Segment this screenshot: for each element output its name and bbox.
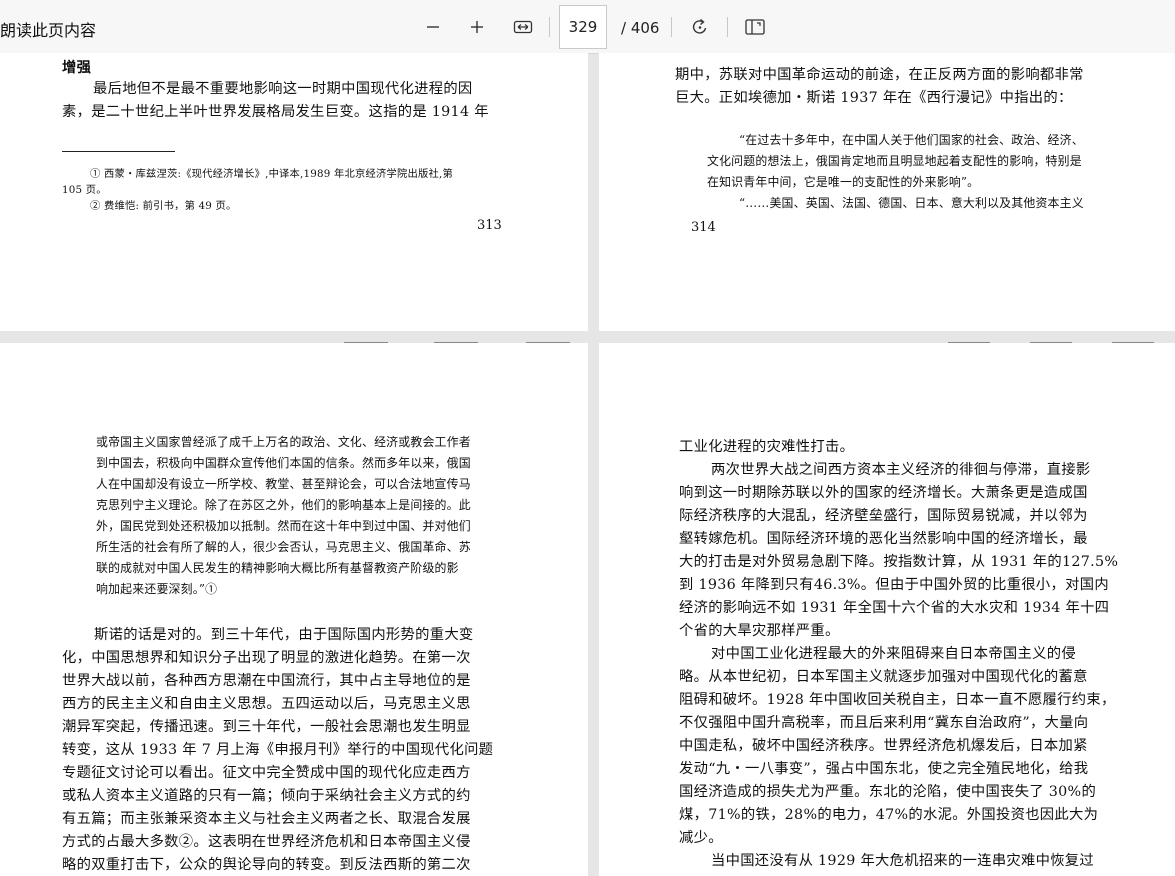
quote-line: 在知识青年中间，它是唯一的支配性的外来影响”。 — [707, 175, 980, 189]
paragraph-line: 经济的影响远不如 1931 年全国十六个省的大水灾和 1934 年十四 — [679, 600, 1110, 616]
paragraph-line: 大的打击是对外贸易急剧下降。按指数计算，从 1931 年的127.5% — [679, 554, 1119, 570]
fit-width-button[interactable] — [509, 13, 537, 41]
paragraph-line: 最后地但不是最不重要地影响这一时期中国现代化进程的因 — [93, 81, 473, 97]
paragraph-line: 西方的民主主义和自由主义思想。五四运动以后，马克思主义思 — [62, 696, 471, 712]
paragraph-line: 对中国工业化进程最大的外来阻碍来自日本帝国主义的侵 — [711, 646, 1076, 662]
page-number-input[interactable]: 329 — [559, 5, 607, 49]
paragraph-line: 中国走私，破坏中国经济秩序。世界经济危机爆发后，日本加紧 — [679, 738, 1088, 754]
paragraph-line: 国经济造成的损失尤为严重。东北的沦陷，使中国丧失了 30%的 — [679, 784, 1097, 800]
paragraph-line: 工业化进程的灾难性打击。 — [679, 439, 855, 455]
quote-line: 人在中国却没有设立一所学校、教堂、甚至辩论会，可以合法地宣传马 — [96, 477, 471, 491]
quote-line: 所生活的社会有所了解的人，很少会否认，马克思主义、俄国革命、苏 — [96, 540, 471, 554]
quote-line: 响加起来还要深刻。”① — [96, 582, 218, 596]
paragraph-line: 壑转嫁危机。国际经济环境的恶化当然影响中国的经济增长，最 — [679, 531, 1088, 547]
rotate-icon — [692, 18, 707, 34]
paragraph-line: 略。从本世纪初，日本军国主义就逐步加强对中国现代化的蓄意 — [679, 669, 1088, 685]
page-view-button[interactable] — [741, 13, 769, 41]
paragraph-line: 到 1936 年降到只有46.3%。但由于中国外贸的比重很小，对国内 — [679, 577, 1109, 593]
paragraph-line: 略的双重打击下，公众的舆论导向的转变。到反法西斯的第二次 — [62, 857, 471, 873]
paragraph-line: 不仅强阻中国升高税率，而且后来利用“冀东自治政府”，大量向 — [679, 715, 1089, 731]
paragraph-line: 发动“九・一八事变”，强占中国东北，使之完全殖民地化，给我 — [679, 761, 1089, 777]
paragraph-line: 素，是二十世纪上半叶世界发展格局发生巨变。这指的是 1914 年 — [62, 104, 489, 120]
paragraph-line: 际经济秩序的大混乱，经济壁垒盛行，国际贸易锐减，并以邻为 — [679, 508, 1088, 524]
pdf-page-314: 期中，苏联对中国革命运动的前途，在正反两方面的影响都非常 巨大。正如埃德加・斯诺… — [599, 53, 1175, 331]
rotate-button[interactable] — [686, 13, 714, 41]
read-aloud-button[interactable]: 朗读此页内容 — [0, 17, 96, 41]
paragraph-line: 响到这一时期除苏联以外的国家的经济增长。大萧条更是造成国 — [679, 485, 1088, 501]
minus-icon — [427, 26, 439, 28]
paragraph-line: 当中国还没有从 1929 年大危机招来的一连串灾难中恢复过 — [711, 853, 1094, 869]
pdf-toolbar: 朗读此页内容 329 / 406 — [0, 0, 1175, 54]
quote-line: 到中国去，积极向中国群众宣传他们本国的信条。然而多年以来，俄国 — [96, 456, 471, 470]
paragraph-line: 世界大战以前，各种西方思潮在中国流行，其中占主导地位的是 — [62, 673, 471, 689]
paragraph-line: 两次世界大战之间西方资本主义经济的徘徊与停滞，直接影 — [711, 462, 1091, 478]
paragraph-line: 斯诺的话是对的。到三十年代，由于国际国内形势的重大变 — [94, 627, 474, 643]
quote-line: 文化问题的想法上，俄国肯定地而且明显地起着支配性的影响，特别是 — [707, 154, 1082, 168]
quote-line: 或帝国主义国家曾经派了成千上万名的政治、文化、经济或教会工作者 — [96, 435, 471, 449]
pdf-page-316: 工业化进程的灾难性打击。 两次世界大战之间西方资本主义经济的徘徊与停滞，直接影 … — [599, 343, 1175, 876]
page-view-icon — [745, 19, 765, 35]
paragraph-line: 有五篇；而主张兼采资本主义与社会主义两者之长、取混合发展 — [62, 811, 471, 827]
pdf-page-315: 或帝国主义国家曾经派了成千上万名的政治、文化、经济或教会工作者 到中国去，积极向… — [0, 343, 588, 876]
paragraph-line: 期中，苏联对中国革命运动的前途，在正反两方面的影响都非常 — [675, 67, 1084, 83]
paragraph-line: 专题征文讨论可以看出。征文中完全赞成中国的现代化应走西方 — [62, 765, 471, 781]
paragraph-line: 减少。 — [679, 830, 723, 846]
paragraph-line: 潮异军突起，传播迅速。到三十年代，一般社会思潮也发生明显 — [62, 719, 471, 735]
footnote-rule — [62, 151, 175, 152]
quote-line: 外，国民党到处还积极加以抵制。然而在这十年中到过中国、并对他们 — [96, 519, 471, 533]
paragraph-line: 个省的大旱灾那样严重。 — [679, 623, 840, 639]
paragraph-line: 化，中国思想界和知识分子出现了明显的激进化趋势。在第一次 — [62, 650, 471, 666]
paragraph-line: 巨大。正如埃德加・斯诺 1937 年在《西行漫记》中指出的： — [675, 90, 1073, 106]
toolbar-divider — [671, 17, 672, 37]
footnote-line: ② 费维恺: 前引书，第 49 页。 — [90, 200, 237, 212]
paragraph-line: 阻碍和破坏。1928 年中国收回关税自主，日本一直不愿履行约束， — [679, 692, 1116, 708]
paragraph-line: 或私人资本主义道路的只有一篇；倾向于采纳社会主义方式的约 — [62, 788, 471, 804]
footnote-line: ① 西蒙・库兹涅茨:《现代经济增长》,中译本,1989 年北京经济学院出版社,第 — [90, 168, 453, 180]
paragraph-line: 转变，这从 1933 年 7 月上海《申报月刊》举行的中国现代化问题 — [62, 742, 494, 758]
paragraph-line: 煤，71%的铁，28%的电力，47%的水泥。外国投资也因此大为 — [679, 807, 1099, 823]
pdf-page-313: 增强 最后地但不是最不重要地影响这一时期中国现代化进程的因 素，是二十世纪上半叶… — [0, 53, 588, 331]
quote-line: “在过去十多年中，在中国人关于他们国家的社会、政治、经济、 — [739, 133, 1084, 147]
page-total: / 406 — [621, 19, 660, 37]
plus-icon — [471, 21, 483, 33]
section-heading: 增强 — [62, 60, 92, 76]
toolbar-divider — [727, 17, 728, 37]
toolbar-divider — [549, 17, 550, 37]
page-number: 314 — [691, 220, 716, 235]
fit-width-icon — [513, 20, 533, 34]
footnote-line: 105 页。 — [62, 184, 107, 196]
zoom-in-button[interactable] — [463, 13, 491, 41]
quote-line: 克思列宁主义理论。除了在苏区之外，他们的影响基本上是间接的。此 — [96, 498, 471, 512]
page-number: 313 — [477, 218, 502, 233]
paragraph-line: 方式的占最大多数②。这表明在世界经济危机和日本帝国主义侵 — [62, 834, 471, 850]
zoom-out-button[interactable] — [419, 13, 447, 41]
quote-line: “……美国、英国、法国、德国、日本、意大利以及其他资本主义 — [739, 196, 1084, 210]
quote-line: 联的成就对中国人民发生的精神影响大概比所有基督教资产阶级的影 — [96, 561, 459, 575]
